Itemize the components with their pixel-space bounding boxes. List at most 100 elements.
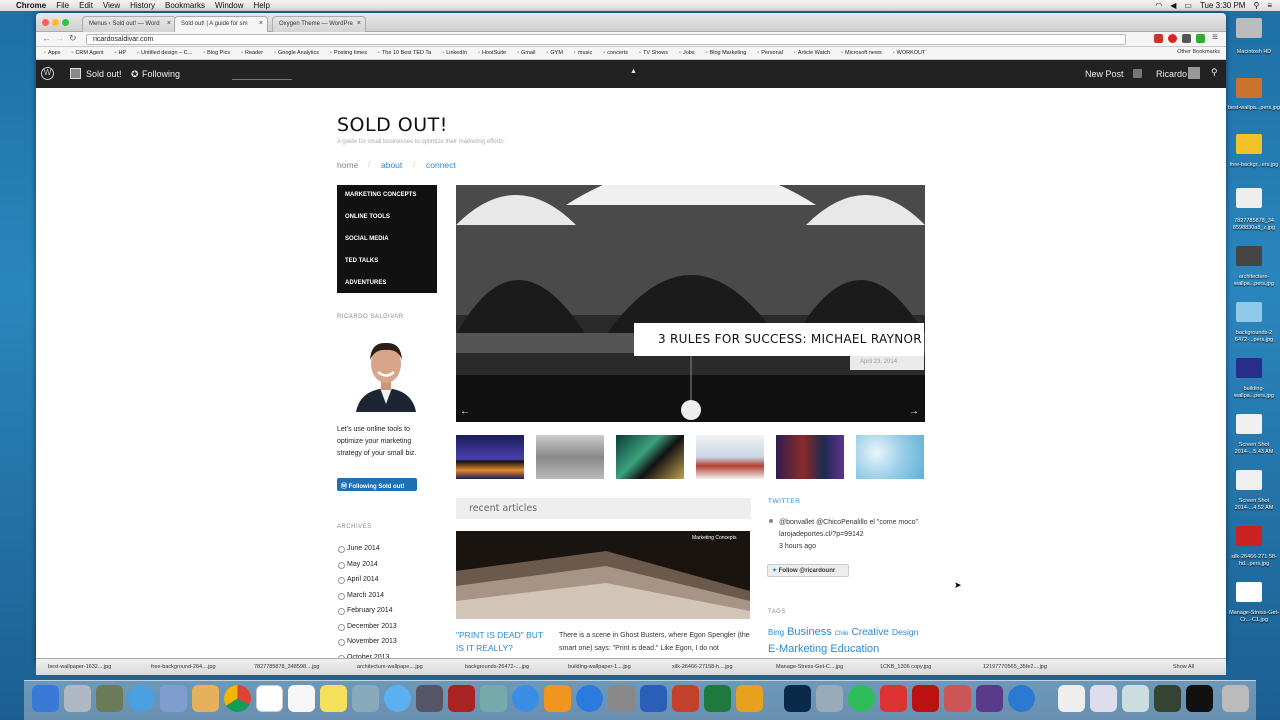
menu-app[interactable]: Chrome xyxy=(16,1,46,10)
bookmark-gym[interactable]: GYM xyxy=(546,50,563,56)
category-social-media[interactable]: SOCIAL MEDIA xyxy=(345,236,389,242)
outlook-icon[interactable] xyxy=(736,685,763,712)
ibooks-icon[interactable] xyxy=(544,685,571,712)
archive-link-april-2014[interactable]: April 2014 xyxy=(338,576,379,584)
tweet-text[interactable]: @bonvallet @ChicoPenalillo el "come moco… xyxy=(779,517,919,541)
thumbnail-ted-talk[interactable] xyxy=(776,435,844,479)
wordpress-icon[interactable]: W xyxy=(41,67,54,80)
itunes-icon[interactable] xyxy=(512,685,539,712)
desktop-label[interactable]: 7827785878_34 8598830a8_z.jpg xyxy=(1228,218,1280,232)
folder-stack-icon[interactable] xyxy=(1154,685,1181,712)
bookmark-blog-pics[interactable]: Blog Pics xyxy=(203,50,230,56)
screenshot-file-icon[interactable] xyxy=(1236,414,1262,434)
article-image[interactable] xyxy=(456,531,750,619)
follow-blog-button[interactable]: Ⓦ Following Sold out! xyxy=(337,478,417,491)
tag-e-marketing[interactable]: E-Marketing xyxy=(768,643,827,655)
image-file-icon[interactable] xyxy=(1236,188,1262,208)
download-item[interactable]: 7827785878_348598....jpg xyxy=(254,664,319,670)
nav-home[interactable]: home xyxy=(337,160,358,170)
archive-link-june-2014[interactable]: June 2014 xyxy=(338,545,380,553)
twitter-follow-button[interactable]: ✦ Follow @ricardounr xyxy=(767,564,849,577)
word-icon[interactable] xyxy=(640,685,667,712)
desktop-label[interactable]: free-backgr...ers.jpg xyxy=(1228,162,1280,169)
reload-icon[interactable]: ↻ xyxy=(69,33,77,44)
stickies-icon[interactable] xyxy=(320,685,347,712)
wp-site-name[interactable]: Sold out! xyxy=(86,69,122,79)
download-item[interactable]: free-background-264....jpg xyxy=(151,664,216,670)
launchpad-icon[interactable] xyxy=(64,685,91,712)
menu-view[interactable]: View xyxy=(103,1,120,10)
close-tab-icon[interactable]: × xyxy=(357,20,361,27)
thumbnail-newspapers[interactable] xyxy=(696,435,764,479)
download-item[interactable]: silk-26466-27158-h....jpg xyxy=(672,664,733,670)
photo-booth-icon[interactable] xyxy=(448,685,475,712)
spotify-icon[interactable] xyxy=(848,685,875,712)
tab-oxygen-theme[interactable]: Oxygen Theme — WordPre × xyxy=(272,16,366,32)
image-file-icon[interactable] xyxy=(1236,302,1262,322)
battery-icon[interactable]: ▭ xyxy=(1184,1,1192,10)
desktop-label[interactable]: Screen Shot 2014-...5.43 AM xyxy=(1228,442,1280,456)
desktop-label[interactable]: Macintosh HD xyxy=(1228,49,1280,56)
spotlight-icon[interactable]: ⚲ xyxy=(1253,1,1259,10)
desktop-label[interactable]: building-wallpa...pers.jpg xyxy=(1228,386,1280,400)
close-tab-icon[interactable]: × xyxy=(167,20,171,27)
nav-about[interactable]: about xyxy=(381,160,402,170)
download-item[interactable]: building-wallpaper-1....jpg xyxy=(568,664,631,670)
image-file-icon[interactable] xyxy=(1236,582,1262,602)
category-marketing-concepts[interactable]: MARKETING CONCEPTS xyxy=(345,192,416,198)
zoom-window-icon[interactable] xyxy=(62,19,69,26)
close-window-icon[interactable] xyxy=(42,19,49,26)
finder-icon[interactable] xyxy=(32,685,59,712)
extension-icon[interactable] xyxy=(1154,34,1163,43)
desktop-label[interactable]: backgrounds-2 6472-...pers.jpg xyxy=(1228,330,1280,344)
menu-window[interactable]: Window xyxy=(215,1,243,10)
bookmark-personal[interactable]: Personal xyxy=(757,50,783,56)
powerpoint-icon[interactable] xyxy=(672,685,699,712)
archive-link-march-2014[interactable]: March 2014 xyxy=(338,592,384,600)
collapse-icon[interactable]: ▲ xyxy=(630,68,637,75)
document-icon[interactable] xyxy=(1058,685,1085,712)
wp-following[interactable]: Following xyxy=(142,69,180,79)
facetime-icon[interactable] xyxy=(416,685,443,712)
image-file-icon[interactable] xyxy=(1236,246,1262,266)
menu-history[interactable]: History xyxy=(130,1,155,10)
menu-bookmarks[interactable]: Bookmarks xyxy=(165,1,205,10)
thumbnail-architecture[interactable] xyxy=(536,435,604,479)
bookmark-ted-talks[interactable]: The 10 Best TED Ta xyxy=(378,50,431,56)
bookmark-apps[interactable]: Apps xyxy=(44,50,61,56)
bookmark-reader[interactable]: Reader xyxy=(241,50,263,56)
forward-icon[interactable]: → xyxy=(55,33,64,43)
download-item[interactable]: architecture-wallpape....jpg xyxy=(357,664,423,670)
folder-stack-icon[interactable] xyxy=(1090,685,1117,712)
extension-icon[interactable] xyxy=(1196,34,1205,43)
system-preferences-icon[interactable] xyxy=(608,685,635,712)
menu-help[interactable]: Help xyxy=(253,1,269,10)
volume-icon[interactable]: ◀ xyxy=(1170,1,1176,10)
calendar-icon[interactable] xyxy=(256,685,283,712)
folder-stack-icon[interactable] xyxy=(1122,685,1149,712)
desktop-label[interactable]: architecture-wallpa...pers.jpg xyxy=(1228,274,1280,288)
bookmark-hp[interactable]: HP xyxy=(115,50,127,56)
archive-link-may-2014[interactable]: May 2014 xyxy=(338,561,378,569)
image-capture-icon[interactable] xyxy=(816,685,843,712)
thumbnail-city-lights[interactable] xyxy=(616,435,684,479)
image-file-icon[interactable] xyxy=(1236,526,1262,546)
list-icon[interactable]: ≡ xyxy=(1267,1,1272,10)
download-item[interactable]: best-wallpaper-1632....jpg xyxy=(48,664,111,670)
menubar-clock[interactable]: Tue 3:30 PM xyxy=(1200,1,1246,10)
wp-user[interactable]: Ricardo xyxy=(1156,69,1187,79)
article-category-tag[interactable]: Marketing Concepts xyxy=(692,535,736,541)
desktop-label[interactable]: silk-26466-271 58-hd...pers.jpg xyxy=(1228,554,1280,568)
bookmark-tv-shows[interactable]: TV Shows xyxy=(639,50,668,56)
bookmark-jobs[interactable]: Jobs xyxy=(679,50,695,56)
bookmark-linkedin[interactable]: LinkedIn xyxy=(442,50,467,56)
site-title[interactable]: SOLD OUT! xyxy=(337,114,448,136)
acrobat-pro-icon[interactable] xyxy=(912,685,939,712)
messages-icon[interactable] xyxy=(384,685,411,712)
url-input[interactable]: ricardosaldivar.com xyxy=(86,34,1126,45)
wp-new-post[interactable]: New Post xyxy=(1085,69,1124,79)
tag-design[interactable]: Design xyxy=(892,627,918,637)
bookmark-hootsuite[interactable]: HootSuite xyxy=(478,50,506,56)
tab-menus[interactable]: Menus ‹ Sold out! — Word × xyxy=(82,16,176,32)
extension-icon[interactable] xyxy=(1168,34,1177,43)
